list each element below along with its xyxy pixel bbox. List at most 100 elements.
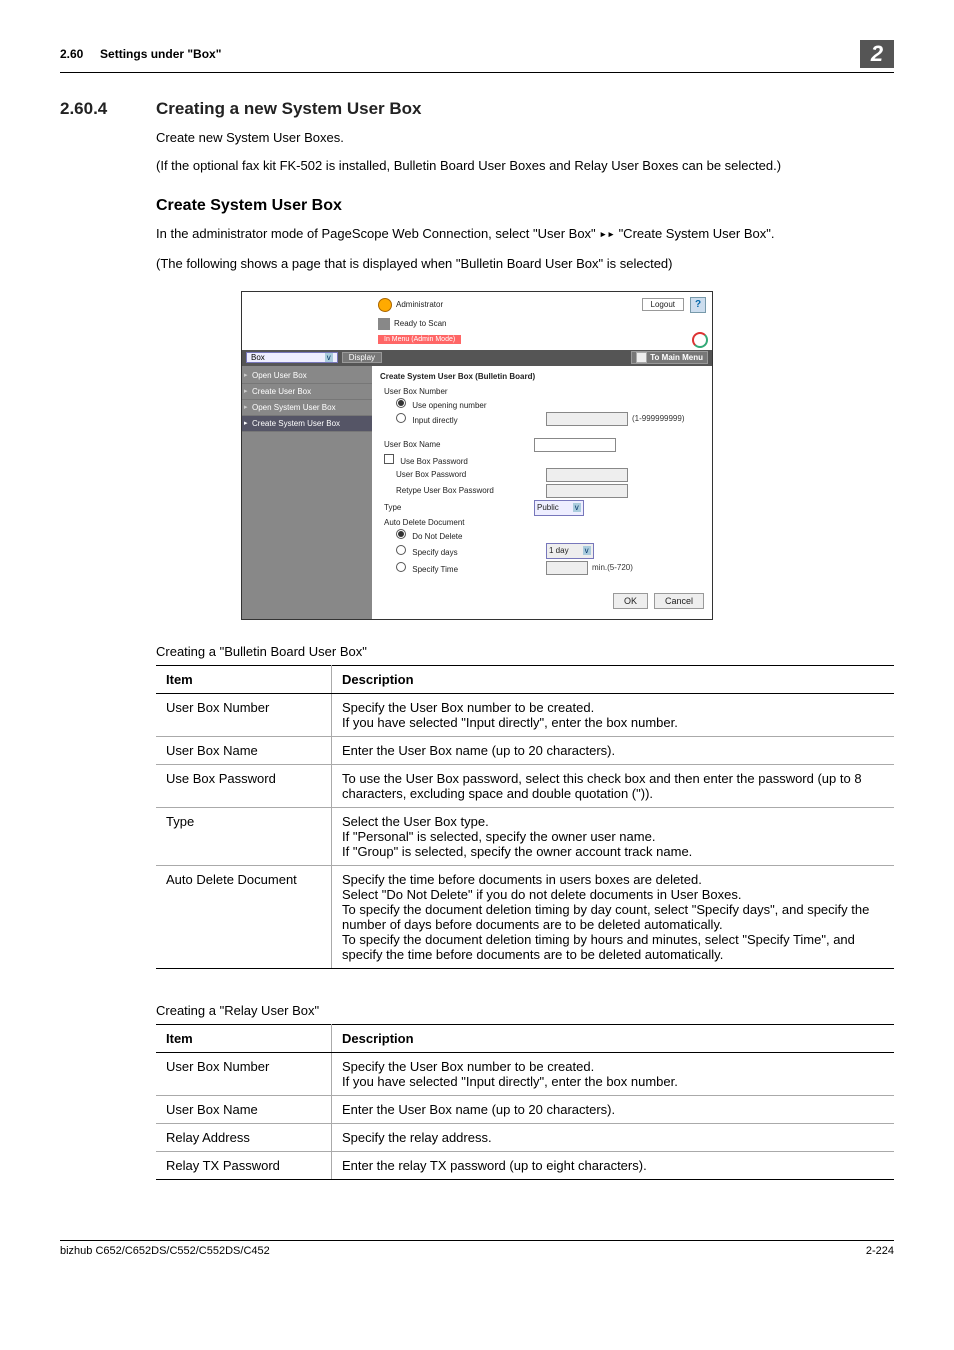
- mode-pill: In Menu (Admin Mode): [378, 335, 461, 344]
- table-row: Relay TX PasswordEnter the relay TX pass…: [156, 1151, 894, 1179]
- section-title: Creating a new System User Box: [156, 99, 421, 119]
- main-menu-label: To Main Menu: [650, 353, 703, 362]
- sub-paragraph-1: In the administrator mode of PageScope W…: [156, 225, 894, 244]
- table2-header-item: Item: [156, 1024, 332, 1052]
- page-header: 2.60 Settings under "Box" 2: [60, 40, 894, 73]
- cell-desc: Enter the User Box name (up to 20 charac…: [332, 736, 895, 764]
- category-select[interactable]: Box v: [246, 352, 338, 363]
- footer-page: 2-224: [866, 1245, 894, 1257]
- form-title: Create System User Box (Bulletin Board): [380, 372, 704, 381]
- chevron-down-icon: v: [583, 546, 591, 555]
- checkbox-use-box-password[interactable]: [384, 454, 394, 464]
- table-bulletin-board: Item Description User Box NumberSpecify …: [156, 665, 894, 969]
- logout-button[interactable]: Logout: [642, 298, 684, 311]
- cell-item: User Box Number: [156, 693, 332, 736]
- section-heading: 2.60.4 Creating a new System User Box: [60, 99, 894, 119]
- label-type: Type: [380, 503, 534, 512]
- label-input-directly: Input directly: [412, 416, 457, 425]
- cell-desc: Specify the User Box number to be create…: [332, 693, 895, 736]
- table-row: User Box NameEnter the User Box name (up…: [156, 1095, 894, 1123]
- cell-item: User Box Number: [156, 1052, 332, 1095]
- select-type[interactable]: Public v: [534, 500, 584, 516]
- cell-desc: Enter the relay TX password (up to eight…: [332, 1151, 895, 1179]
- sidebar-item-create-system-user-box[interactable]: Create System User Box: [242, 416, 372, 432]
- section-number: 2.60.4: [60, 99, 156, 119]
- main-menu-icon: [636, 352, 647, 363]
- radio-input-directly[interactable]: [396, 413, 406, 423]
- cell-item: Type: [156, 807, 332, 865]
- table-row: Auto Delete DocumentSpecify the time bef…: [156, 865, 894, 968]
- status-text: Ready to Scan: [394, 319, 446, 328]
- sidebar-item-create-user-box[interactable]: Create User Box: [242, 384, 372, 400]
- label-do-not-delete: Do Not Delete: [412, 532, 462, 541]
- sidebar-item-open-user-box[interactable]: Open User Box: [242, 368, 372, 384]
- printer-icon: [378, 318, 390, 330]
- cell-desc: To use the User Box password, select thi…: [332, 764, 895, 807]
- input-user-box-name[interactable]: [534, 438, 616, 452]
- label-use-box-password: Use Box Password: [400, 457, 468, 466]
- display-button[interactable]: Display: [342, 352, 382, 363]
- range-hint: (1-999999999): [632, 414, 684, 423]
- table1-header-item: Item: [156, 665, 332, 693]
- header-section-title: Settings under "Box": [100, 47, 221, 61]
- header-section: 2.60 Settings under "Box": [60, 47, 221, 61]
- chapter-number-box: 2: [860, 40, 894, 68]
- cell-item: Relay TX Password: [156, 1151, 332, 1179]
- table-row: Relay AddressSpecify the relay address.: [156, 1123, 894, 1151]
- radio-do-not-delete[interactable]: [396, 529, 406, 539]
- to-main-menu-button[interactable]: To Main Menu: [631, 351, 708, 364]
- sub-p1-a: In the administrator mode of PageScope W…: [156, 226, 599, 241]
- label-user-box-number: User Box Number: [380, 387, 534, 396]
- cell-desc: Enter the User Box name (up to 20 charac…: [332, 1095, 895, 1123]
- select-specify-days-value: 1 day: [549, 546, 569, 555]
- table-row: User Box NumberSpecify the User Box numb…: [156, 1052, 894, 1095]
- category-select-value: Box: [251, 353, 265, 362]
- cell-item: Use Box Password: [156, 764, 332, 807]
- chevron-down-icon: v: [573, 503, 581, 512]
- double-arrow-icon: ▸▸: [599, 227, 615, 242]
- chevron-down-icon: v: [325, 353, 333, 362]
- cancel-button[interactable]: Cancel: [654, 593, 704, 609]
- radio-use-opening-number[interactable]: [396, 398, 406, 408]
- page-footer: bizhub C652/C652DS/C552/C552DS/C452 2-22…: [60, 1240, 894, 1257]
- table-row: TypeSelect the User Box type.If "Persona…: [156, 807, 894, 865]
- footer-model: bizhub C652/C652DS/C552/C552DS/C452: [60, 1245, 270, 1257]
- select-specify-days[interactable]: 1 day v: [546, 543, 594, 559]
- sub-p1-b: "Create System User Box".: [619, 226, 775, 241]
- table-row: User Box NumberSpecify the User Box numb…: [156, 693, 894, 736]
- table-row: Use Box PasswordTo use the User Box pass…: [156, 764, 894, 807]
- cell-item: Relay Address: [156, 1123, 332, 1151]
- sidebar-item-open-system-user-box[interactable]: Open System User Box: [242, 400, 372, 416]
- sub-heading: Create System User Box: [156, 197, 894, 215]
- ok-button[interactable]: OK: [613, 593, 648, 609]
- label-user-box-password: User Box Password: [380, 470, 546, 479]
- input-user-box-password[interactable]: [546, 468, 628, 482]
- label-user-box-name: User Box Name: [380, 440, 534, 449]
- label-use-opening-number: Use opening number: [412, 401, 486, 410]
- help-icon[interactable]: ?: [690, 297, 706, 313]
- range-specify-time: min.(5-720): [592, 563, 633, 572]
- label-specify-days: Specify days: [412, 548, 457, 557]
- admin-label: Administrator: [396, 300, 443, 309]
- select-type-value: Public: [537, 503, 559, 512]
- label-specify-time: Specify Time: [412, 565, 458, 574]
- input-retype-password[interactable]: [546, 484, 628, 498]
- cell-desc: Specify the time before documents in use…: [332, 865, 895, 968]
- cell-desc: Select the User Box type.If "Personal" i…: [332, 807, 895, 865]
- radio-specify-days[interactable]: [396, 545, 406, 555]
- cell-item: Auto Delete Document: [156, 865, 332, 968]
- radio-specify-time[interactable]: [396, 562, 406, 572]
- table2-caption: Creating a "Relay User Box": [156, 1003, 894, 1018]
- cell-item: User Box Name: [156, 736, 332, 764]
- refresh-icon[interactable]: [692, 332, 708, 348]
- cell-desc: Specify the User Box number to be create…: [332, 1052, 895, 1095]
- label-retype-password: Retype User Box Password: [380, 486, 546, 495]
- intro-text-2: (If the optional fax kit FK-502 is insta…: [156, 157, 894, 175]
- admin-icon: [378, 298, 392, 312]
- table-row: User Box NameEnter the User Box name (up…: [156, 736, 894, 764]
- input-specify-time[interactable]: [546, 561, 588, 575]
- cell-item: User Box Name: [156, 1095, 332, 1123]
- input-box-number[interactable]: [546, 412, 628, 426]
- embedded-screenshot: Administrator Logout ? Ready to Scan In …: [241, 291, 713, 620]
- sidebar: Open User Box Create User Box Open Syste…: [242, 366, 372, 619]
